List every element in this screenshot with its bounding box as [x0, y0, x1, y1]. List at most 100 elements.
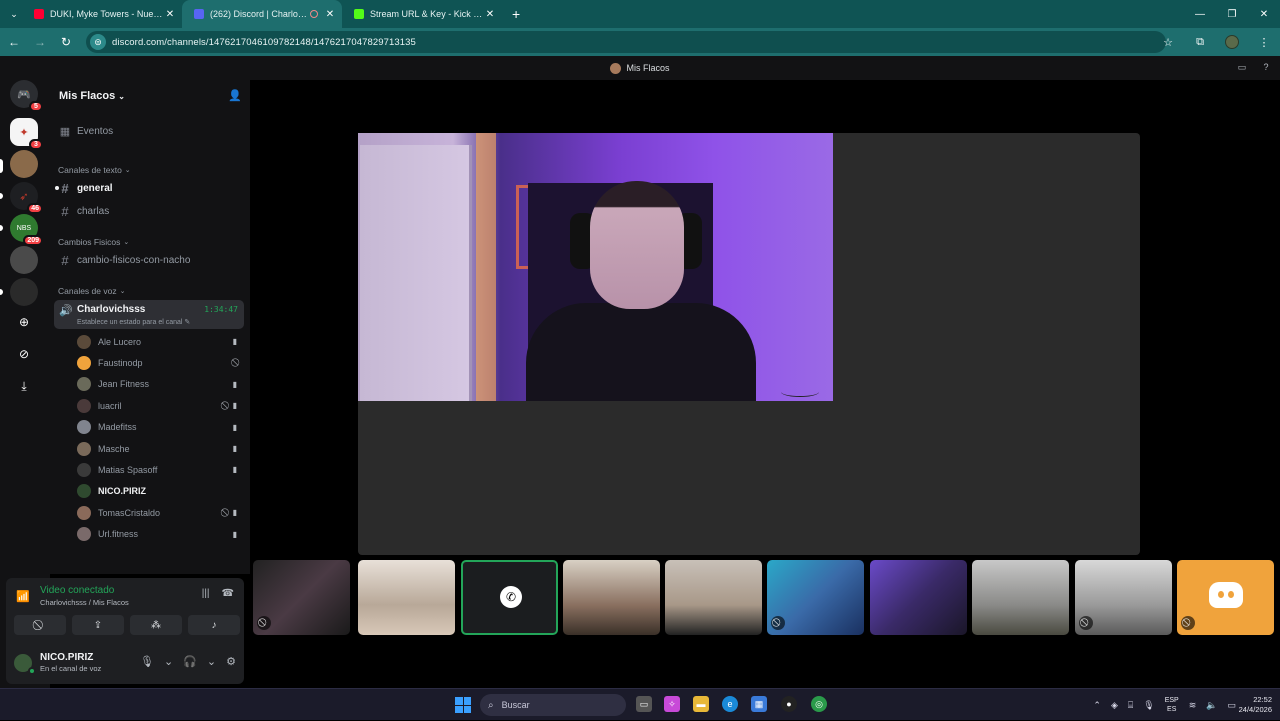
add-member-icon[interactable]: 👤 [228, 89, 242, 103]
voice-channel-charlovichsss[interactable]: 🔊 Charlovichsss 1:34:47 Establece un est… [54, 300, 244, 329]
title-actions: ▭ ? [1236, 61, 1272, 73]
wifi-icon[interactable]: ≋ [1189, 700, 1197, 711]
category-voice-channels[interactable]: Canales de voz ⌄ [58, 286, 125, 296]
reload-icon[interactable]: ↻ [54, 30, 78, 54]
close-window-icon[interactable]: ✕ [1248, 0, 1280, 28]
restore-icon[interactable]: ❐ [1216, 0, 1248, 28]
participant-tile-no-video[interactable]: ⃠ [1177, 560, 1274, 635]
activities-button[interactable]: ⁂ [130, 615, 182, 635]
participant-tile[interactable]: ⃠ [253, 560, 350, 635]
participant-tile[interactable] [870, 560, 967, 635]
chevron-down-icon: ⌄ [124, 167, 131, 174]
disconnect-icon[interactable]: ☎ [222, 588, 234, 599]
battery-icon[interactable]: ▭ [1227, 700, 1236, 711]
voice-state[interactable]: Video conectado [40, 585, 114, 596]
tray-overflow-icon[interactable]: ⌃ [1093, 700, 1101, 711]
obs-icon[interactable]: ● [781, 696, 797, 712]
new-tab-icon[interactable]: + [512, 6, 520, 22]
voice-member[interactable]: NICO.PIRIZ [77, 482, 241, 501]
close-tab-icon[interactable]: ✕ [164, 9, 176, 20]
channel-status-prompt[interactable]: Establece un estado para el canal ✎ [77, 318, 190, 326]
close-tab-icon[interactable]: ✕ [484, 9, 496, 20]
chevron-down-icon[interactable]: ⌄ [207, 655, 216, 668]
channel-charlas[interactable]: # charlas [58, 201, 242, 221]
channel-general[interactable]: # general [55, 178, 242, 198]
server-icon[interactable]: ✦ 3 [10, 118, 43, 150]
headphones-icon[interactable]: 🎧 [183, 655, 197, 668]
events-item[interactable]: ▦ Eventos [59, 125, 113, 138]
language-code: ESP [1164, 697, 1179, 704]
edge-icon[interactable]: e [722, 696, 738, 712]
store-icon[interactable]: ▦ [751, 696, 767, 712]
windows-start-icon[interactable] [455, 697, 471, 713]
volume-icon[interactable]: 🔈 [1206, 700, 1217, 711]
tray-app-icon[interactable]: ◈ [1111, 700, 1118, 711]
soundboard-button[interactable]: ♪ [188, 615, 240, 635]
noise-suppression-icon[interactable]: ||| [202, 588, 210, 599]
download-icon[interactable]: ⤓ [13, 375, 35, 397]
kebab-menu-icon[interactable]: ⋮ [1248, 36, 1280, 49]
browser-tab-youtube[interactable]: DUKI, Myke Towers - Nueva Era ✕ [22, 0, 182, 28]
voice-member[interactable]: Jean Fitness ▮ [77, 375, 241, 394]
add-server-icon[interactable]: ⊕ [13, 311, 35, 333]
participant-tile[interactable] [563, 560, 660, 635]
focused-participant-tile[interactable]: ✆ [461, 560, 558, 635]
signal-icon[interactable]: 📶 [16, 590, 30, 603]
participant-tile[interactable]: ⃠ [1075, 560, 1172, 635]
server-icon[interactable] [10, 150, 38, 178]
voice-member[interactable]: TomasCristaldo⃠▮ [77, 503, 241, 522]
unread-indicator [55, 186, 59, 190]
copilot-icon[interactable]: ✧ [664, 696, 680, 712]
member-name: luacril [98, 400, 122, 411]
voice-member[interactable]: Url.fitness ▮ [77, 525, 241, 544]
tab-search-icon[interactable]: ⌄ [6, 6, 22, 22]
clock[interactable]: 22:52 24/4/2026 [1239, 695, 1272, 715]
discover-icon[interactable]: ⊘ [13, 343, 35, 365]
voice-member[interactable]: Faustinodp⃠ [77, 353, 241, 372]
close-tab-icon[interactable]: ✕ [324, 9, 336, 20]
omnibox[interactable]: ⊜ discord.com/channels/14762170461097821… [86, 31, 1166, 53]
chevron-down-icon[interactable]: ⌄ [164, 655, 173, 668]
taskbar-search[interactable]: ⌕ Buscar [480, 694, 626, 716]
category-cambios-fisicos[interactable]: Cambios Fisicos ⌄ [58, 237, 129, 247]
category-text-channels[interactable]: Canales de texto ⌄ [58, 165, 131, 175]
usb-icon[interactable]: ⌸ [1128, 700, 1133, 711]
server-icon[interactable]: NBS 209 [10, 214, 43, 246]
voice-member[interactable]: Madefitss ▮ [77, 418, 241, 437]
voice-member[interactable]: Matias Spasoff ▮ [77, 460, 241, 479]
chrome-icon[interactable]: ◎ [811, 696, 827, 712]
participant-tile[interactable] [972, 560, 1069, 635]
file-explorer-icon[interactable]: ▬ [693, 696, 709, 712]
task-view-icon[interactable]: ▭ [636, 696, 652, 712]
focused-video-stream[interactable] [358, 133, 833, 401]
server-icon[interactable]: ➶ 46 [10, 182, 43, 214]
site-info-icon[interactable]: ⊜ [90, 34, 106, 50]
channel-cambio-fisicos[interactable]: # cambio-fisicos-con-nacho [58, 250, 242, 270]
forward-icon[interactable]: → [28, 30, 52, 54]
voice-member[interactable]: Masche ▮ [77, 439, 241, 458]
inbox-icon[interactable]: ▭ [1236, 61, 1248, 73]
voice-member[interactable]: luacril⃠▮ [77, 396, 241, 415]
extensions-icon[interactable]: ⧉ [1184, 36, 1216, 49]
participant-tile[interactable] [358, 560, 455, 635]
browser-tab-kick[interactable]: Stream URL & Key - Kick Dashb ✕ [342, 0, 502, 28]
server-icon[interactable] [10, 278, 38, 306]
direct-messages-icon[interactable]: 🎮 5 [10, 80, 43, 112]
browser-tab-discord[interactable]: (262) Discord | Charlovichsss ✕ [182, 0, 342, 28]
settings-gear-icon[interactable]: ⚙ [226, 655, 236, 668]
participant-tile[interactable] [665, 560, 762, 635]
bookmark-star-icon[interactable]: ☆ [1152, 36, 1184, 49]
server-icon[interactable] [10, 246, 38, 274]
voice-member[interactable]: Ale Lucero ▮ [77, 332, 241, 351]
microphone-icon[interactable]: 🎙 [1143, 700, 1154, 711]
profile-avatar[interactable] [1216, 35, 1248, 49]
participant-tile[interactable]: ⃠ [767, 560, 864, 635]
help-icon[interactable]: ? [1260, 61, 1272, 73]
minimize-icon[interactable]: — [1184, 0, 1216, 28]
guild-header[interactable]: Mis Flacos ⌄ [50, 80, 250, 112]
screen-share-button[interactable]: ⇪ [72, 615, 124, 635]
microphone-icon[interactable]: 🎙 [140, 655, 154, 668]
back-icon[interactable]: ← [2, 30, 26, 54]
camera-off-button[interactable]: ⃠ [14, 615, 66, 635]
language-indicator[interactable]: ESP ES [1165, 696, 1179, 714]
